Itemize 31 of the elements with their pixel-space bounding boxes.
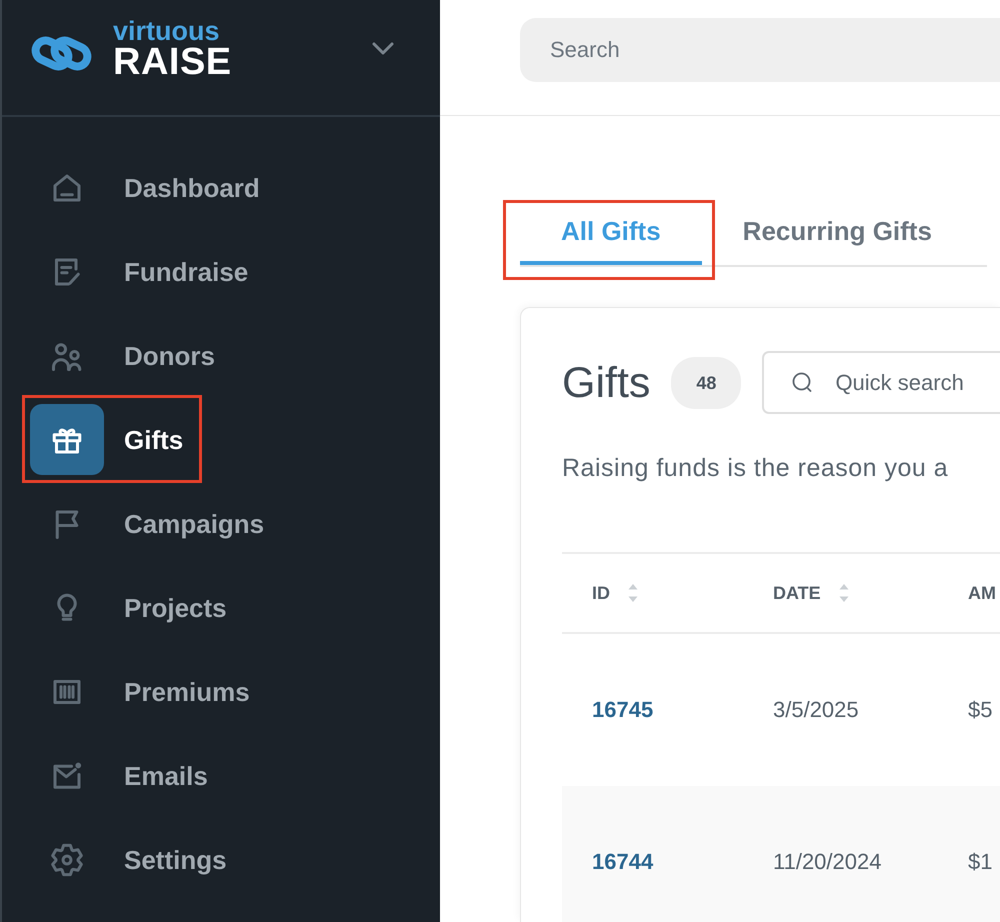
gift-icon xyxy=(30,404,104,475)
sort-icon xyxy=(838,582,850,604)
table-cell: $1 xyxy=(968,849,992,875)
sidebar-item[interactable]: Emails xyxy=(30,740,208,811)
chevron-down-icon[interactable] xyxy=(372,42,394,56)
sidebar-item[interactable]: Donors xyxy=(30,320,215,391)
sidebar-item[interactable]: Campaigns xyxy=(30,488,264,559)
brand-tagline: virtuous xyxy=(113,17,221,45)
column-header: AM xyxy=(968,582,996,604)
sidebar-item[interactable]: Fundraise xyxy=(30,236,248,307)
sort-icon xyxy=(627,582,639,604)
brand-name: RAISE xyxy=(113,45,232,79)
page-title: Gifts xyxy=(562,358,650,406)
column-header[interactable]: DATE xyxy=(773,582,850,604)
count-badge: 48 xyxy=(671,356,742,408)
tab[interactable]: Recurring Gifts xyxy=(702,203,973,265)
search-field[interactable]: Search xyxy=(520,18,1000,82)
table-cell: 3/5/2025 xyxy=(773,697,859,723)
gift-id-link[interactable]: 16745 xyxy=(592,697,654,723)
sidebar-item[interactable]: Settings xyxy=(30,824,227,895)
gift-id-link[interactable]: 16744 xyxy=(592,849,654,875)
sidebar-item[interactable]: Dashboard xyxy=(30,152,260,223)
sidebar-item[interactable]: Premiums xyxy=(30,656,250,727)
sidebar-item[interactable]: Gifts xyxy=(30,404,184,475)
table-cell: 11/20/2024 xyxy=(773,849,882,875)
settings-icon xyxy=(49,842,85,878)
column-header[interactable]: ID xyxy=(592,582,639,604)
sidebar-item[interactable]: Projects xyxy=(30,572,227,643)
description-text: Raising funds is the reason you a xyxy=(562,453,950,484)
quick-search-field[interactable]: Quick search xyxy=(762,351,1000,414)
table-cell: $5 xyxy=(968,697,992,723)
